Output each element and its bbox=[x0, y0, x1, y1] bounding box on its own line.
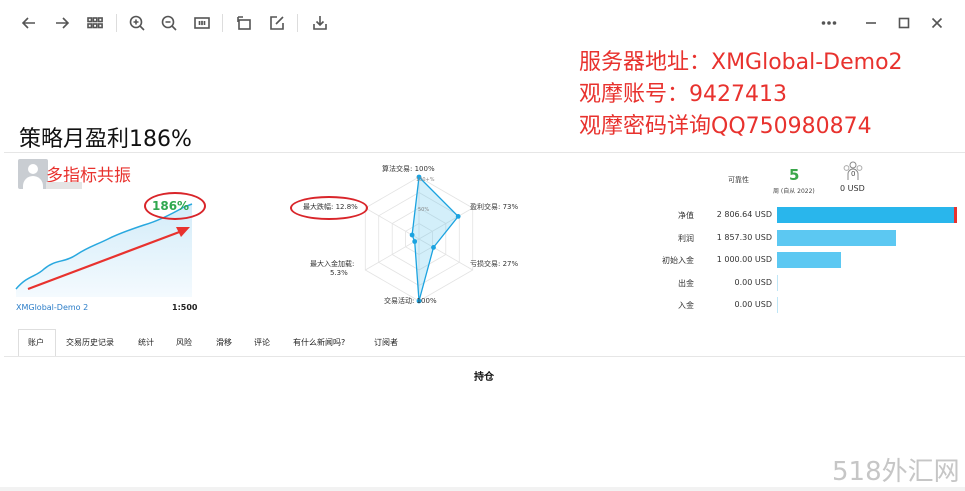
download-icon bbox=[313, 16, 327, 30]
zoom-out-button[interactable] bbox=[156, 10, 182, 36]
strategy-monthly-profit: 策略月盈利186% bbox=[19, 127, 192, 152]
max-deposit-load-label: 最大入金加载: bbox=[310, 259, 354, 268]
toolbar-divider bbox=[297, 14, 298, 32]
blurred-author bbox=[46, 182, 82, 189]
tab-news[interactable]: 有什么新闻吗? bbox=[293, 337, 345, 348]
server-address-text: 服务器地址：XMGlobal-Demo2 bbox=[579, 50, 903, 75]
weeks-value: 5 bbox=[789, 166, 800, 184]
zoom-out-icon bbox=[161, 15, 177, 31]
ring-label-100: 100+% bbox=[416, 177, 435, 183]
radar-point bbox=[455, 214, 461, 219]
trade-activity-label: 交易活动: 100% bbox=[384, 296, 437, 305]
account-bar-row: 初始入金 1 000.00 USD bbox=[654, 252, 964, 268]
bar-label: 净值 bbox=[678, 211, 694, 220]
bar-fill bbox=[777, 252, 841, 268]
bar-fill bbox=[777, 207, 957, 223]
forward-button[interactable] bbox=[49, 10, 75, 36]
server-link[interactable]: XMGlobal-Demo 2 bbox=[16, 303, 88, 312]
tab-reviews[interactable]: 评论 bbox=[254, 337, 270, 348]
more-icon bbox=[821, 21, 837, 25]
bar-label: 入金 bbox=[678, 301, 694, 310]
profit-trading-label: 盈利交易: 73% bbox=[470, 202, 518, 211]
subscribers-money: 0 USD bbox=[840, 184, 865, 193]
tab-subscribers[interactable]: 订阅者 bbox=[374, 337, 398, 348]
tab-divider bbox=[4, 356, 965, 357]
more-button[interactable] bbox=[816, 10, 842, 36]
bar-value: 2 806.64 USD bbox=[716, 210, 772, 219]
bar-value: 1 000.00 USD bbox=[716, 255, 772, 264]
subscribers-icon: 0 bbox=[843, 161, 863, 180]
minimize-button[interactable] bbox=[858, 10, 884, 36]
site-watermark: 518外汇网 bbox=[832, 457, 960, 487]
zoom-in-button[interactable] bbox=[124, 10, 150, 36]
tab-account[interactable]: 账户 bbox=[28, 337, 44, 348]
actual-size-icon bbox=[194, 17, 210, 29]
rotate-button[interactable] bbox=[231, 10, 257, 36]
radar-point bbox=[431, 245, 436, 250]
maximize-button[interactable] bbox=[891, 10, 917, 36]
radar-point bbox=[409, 232, 415, 238]
toolbar-divider bbox=[222, 14, 223, 32]
tab-statistics[interactable]: 统计 bbox=[138, 337, 154, 348]
leverage-value: 1:500 bbox=[172, 303, 198, 312]
tab-history[interactable]: 交易历史记录 bbox=[66, 337, 114, 348]
max-deposit-load-value: 5.3% bbox=[330, 269, 348, 277]
account-bar-row: 利润 1 857.30 USD bbox=[654, 229, 964, 246]
bottom-strip bbox=[0, 487, 965, 491]
grid-view-button[interactable] bbox=[82, 10, 108, 36]
account-bar-row: 出金 0.00 USD bbox=[654, 274, 964, 291]
radar-point bbox=[412, 239, 418, 244]
toolbar bbox=[0, 0, 965, 46]
demo-password-text: 观摩密码详询QQ750980874 bbox=[579, 114, 872, 139]
bar-label: 利润 bbox=[678, 233, 694, 243]
tab-risk[interactable]: 风险 bbox=[176, 337, 192, 348]
risk-radar-chart: 100+% 50% 算法交易: 100% 盈利交易: 73% 亏损交易: 27%… bbox=[303, 164, 518, 305]
drawdown-highlight-ring bbox=[290, 196, 368, 220]
growth-percent: 186% bbox=[152, 199, 190, 213]
avatar bbox=[18, 159, 48, 189]
save-button[interactable] bbox=[307, 10, 333, 36]
zoom-in-icon bbox=[129, 15, 145, 31]
bar-fill bbox=[777, 297, 778, 313]
close-button[interactable] bbox=[924, 10, 950, 36]
positions-title: 持仓 bbox=[474, 372, 494, 383]
rotate-icon bbox=[237, 16, 251, 30]
bar-fill bbox=[777, 274, 778, 291]
bar-value: 0.00 USD bbox=[734, 277, 772, 287]
account-bar-row: 净值 2 806.64 USD bbox=[654, 207, 964, 223]
loss-trading-label: 亏损交易: 27% bbox=[470, 259, 518, 268]
minimize-icon bbox=[866, 22, 876, 24]
subscribers-count: 0 bbox=[851, 170, 855, 178]
bar-label: 初始入金 bbox=[662, 256, 694, 265]
edit-button[interactable] bbox=[264, 10, 290, 36]
signal-panel: 多指标共振 186% XMGlobal-Demo 2 1:500 100+% 5… bbox=[4, 152, 965, 491]
toolbar-divider bbox=[116, 14, 117, 32]
bar-label: 出金 bbox=[678, 278, 694, 288]
actual-size-button[interactable] bbox=[189, 10, 215, 36]
bar-fill bbox=[777, 229, 896, 246]
arrow-left-icon bbox=[21, 17, 35, 29]
tab-slippage[interactable]: 滑移 bbox=[216, 337, 232, 348]
algo-trading-label: 算法交易: 100% bbox=[382, 164, 435, 173]
weeks-label: 周 (自从 2022) bbox=[773, 188, 815, 195]
demo-account-text: 观摩账号：9427413 bbox=[579, 82, 787, 107]
close-icon bbox=[931, 17, 943, 29]
ring-label-50: 50% bbox=[418, 207, 429, 213]
arrow-right-icon bbox=[56, 17, 70, 29]
edit-icon bbox=[270, 16, 284, 30]
bar-value: 1 857.30 USD bbox=[716, 232, 772, 242]
back-button[interactable] bbox=[16, 10, 42, 36]
reliability-label: 可靠性 bbox=[728, 176, 749, 184]
account-bar-row: 入金 0.00 USD bbox=[654, 297, 964, 313]
bar-value: 0.00 USD bbox=[734, 300, 772, 309]
maximize-icon bbox=[898, 17, 910, 29]
grid-icon bbox=[87, 17, 103, 29]
